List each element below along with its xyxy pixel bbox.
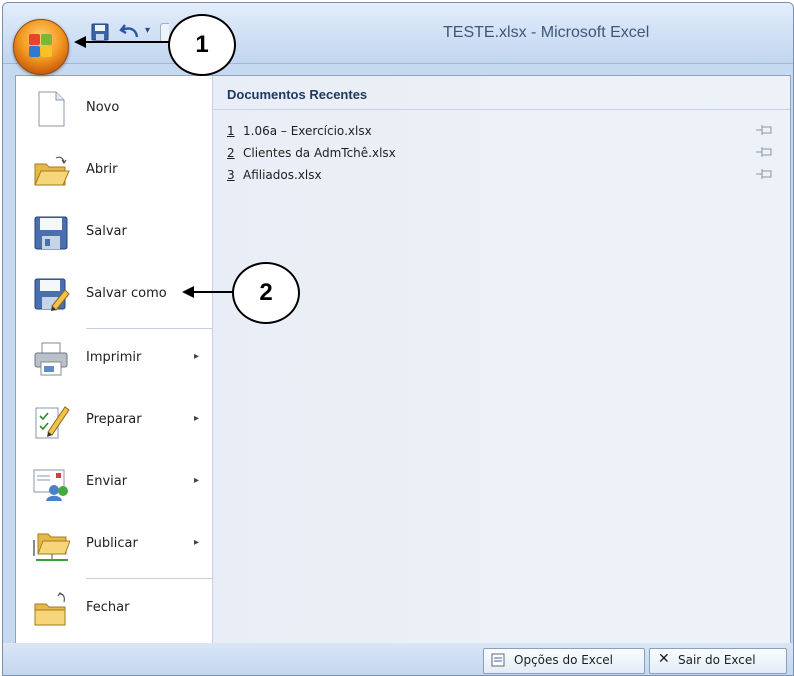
recent-file-number: 3	[227, 168, 235, 182]
menu-separator	[86, 578, 212, 579]
menu-item-label: Imprimir	[86, 350, 142, 365]
exit-excel-label: Sair do Excel	[678, 653, 756, 667]
callout-2: 2	[232, 262, 300, 324]
publish-folder-icon	[33, 533, 70, 561]
menu-item-label: Salvar como	[86, 286, 167, 301]
menu-item-novo[interactable]: Novo	[16, 84, 212, 134]
menu-item-preparar[interactable]: Preparar ▸	[16, 396, 212, 446]
recent-file-number: 1	[227, 124, 235, 138]
office-menu-footer: Opções do Excel ✕ Sair do Excel	[3, 643, 793, 675]
excel-options-button[interactable]: Opções do Excel	[483, 648, 645, 674]
submenu-arrow-icon: ▸	[194, 351, 200, 362]
menu-separator	[86, 328, 212, 329]
menu-item-imprimir[interactable]: Imprimir ▸	[16, 334, 212, 384]
save-disk-icon	[34, 216, 68, 250]
menu-item-label: Novo	[86, 100, 120, 115]
menu-item-label: Abrir	[86, 162, 118, 177]
menu-item-label: Publicar	[86, 536, 138, 551]
callout-2-arrow	[182, 286, 234, 298]
pin-icon[interactable]	[755, 145, 773, 159]
close-folder-icon	[34, 592, 66, 626]
office-logo-icon	[29, 34, 53, 58]
menu-item-label: Preparar	[86, 412, 142, 427]
send-icon	[33, 469, 68, 501]
recent-file-item[interactable]: 3 Afiliados.xlsx	[227, 165, 777, 187]
recent-file-name: Afiliados.xlsx	[243, 168, 322, 182]
options-document-icon	[491, 653, 505, 667]
menu-item-enviar[interactable]: Enviar ▸	[16, 458, 212, 508]
window-title: TESTE.xlsx - Microsoft Excel	[443, 24, 650, 41]
excel-options-label: Opções do Excel	[514, 653, 614, 667]
close-icon: ✕	[658, 651, 670, 667]
menu-item-label: Fechar	[86, 600, 130, 615]
pin-icon[interactable]	[755, 123, 773, 137]
recent-documents-heading: Documentos Recentes	[227, 87, 368, 102]
office-menu: Novo Abrir Salvar Salvar como Imprimir ▸…	[15, 75, 791, 645]
recent-file-item[interactable]: 2 Clientes da AdmTchê.xlsx	[227, 143, 777, 165]
recent-file-number: 2	[227, 146, 235, 160]
excel-window: TESTE.xlsx - Microsoft Excel ▾ Novo Abri…	[2, 2, 794, 676]
submenu-arrow-icon: ▸	[194, 413, 200, 424]
exit-excel-button[interactable]: ✕ Sair do Excel	[649, 648, 787, 674]
open-folder-icon	[34, 156, 70, 186]
office-button[interactable]	[13, 19, 69, 75]
menu-item-salvar[interactable]: Salvar	[16, 208, 212, 258]
pin-icon[interactable]	[755, 167, 773, 181]
recent-heading-divider	[213, 109, 790, 110]
menu-item-label: Enviar	[86, 474, 128, 489]
office-menu-commands: Novo Abrir Salvar Salvar como Imprimir ▸…	[16, 76, 213, 644]
recent-file-name: 1.06a – Exercício.xlsx	[243, 124, 372, 138]
callout-1-arrow	[74, 36, 170, 48]
save-as-icon	[34, 278, 70, 311]
recent-file-name: Clientes da AdmTchê.xlsx	[243, 146, 396, 160]
submenu-arrow-icon: ▸	[194, 537, 200, 548]
new-document-icon	[38, 91, 65, 127]
recent-documents-pane: Documentos Recentes 1 1.06a – Exercício.…	[213, 76, 790, 644]
printer-icon	[34, 342, 68, 376]
recent-file-item[interactable]: 1 1.06a – Exercício.xlsx	[227, 121, 777, 143]
prepare-document-icon	[35, 406, 70, 439]
menu-item-publicar[interactable]: Publicar ▸	[16, 520, 212, 570]
menu-item-abrir[interactable]: Abrir	[16, 146, 212, 196]
submenu-arrow-icon: ▸	[194, 475, 200, 486]
menu-item-label: Salvar	[86, 224, 127, 239]
callout-1: 1	[168, 14, 236, 76]
menu-item-fechar[interactable]: Fechar	[16, 584, 212, 634]
